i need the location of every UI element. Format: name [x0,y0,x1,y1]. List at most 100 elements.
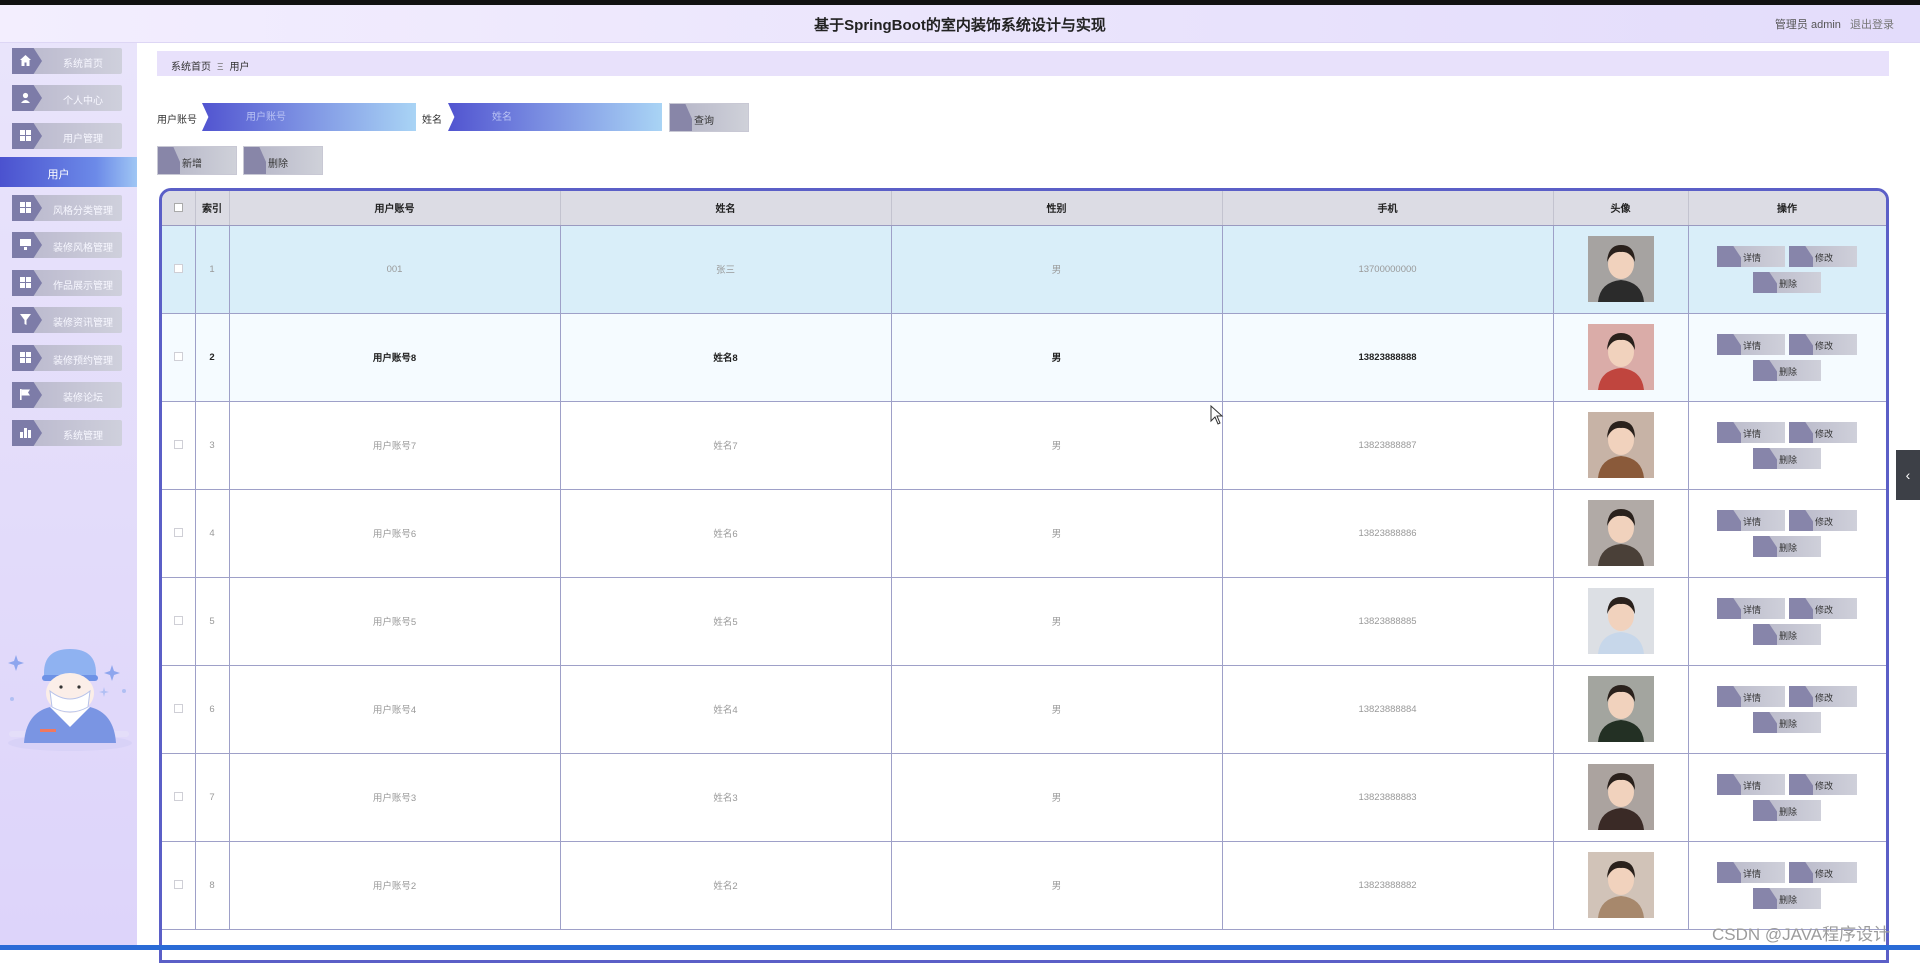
sidebar-item-news[interactable]: 装修资讯管理 [12,307,122,333]
row-checkbox[interactable] [173,528,183,538]
cell-account: 用户账号8 [229,313,561,402]
user-avatar-image[interactable] [1587,676,1654,742]
detail-button-label: 详情 [1743,429,1762,439]
cell-phone: 13823888885 [1222,577,1554,666]
row-select-cell [162,577,196,666]
table-row[interactable]: 7 用户账号3 姓名3 男 13823888883 详情 修改 删除 [162,753,1886,842]
user-avatar-image[interactable] [1587,852,1654,918]
table-row[interactable]: 5 用户账号5 姓名5 男 13823888885 详情 修改 删除 [162,577,1886,666]
row-delete-button[interactable]: 删除 [1753,888,1821,909]
name-search-input[interactable] [448,103,662,131]
table-row[interactable]: 4 用户账号6 姓名6 男 13823888886 详情 修改 删除 [162,489,1886,578]
detail-button[interactable]: 详情 [1717,774,1785,795]
table-row[interactable]: 2 用户账号8 姓名8 男 13823888888 详情 修改 删除 [162,313,1886,402]
logout-link[interactable]: 退出登录 [1850,19,1894,31]
row-select-cell [162,665,196,754]
edit-button[interactable]: 修改 [1789,774,1857,795]
row-delete-button-label: 删除 [1779,807,1798,817]
edit-button-label: 修改 [1815,869,1834,879]
sidebar-item-users[interactable]: 用户管理 [12,123,122,149]
row-checkbox[interactable] [173,880,183,890]
cell-index: 5 [195,577,230,666]
cell-name: 姓名7 [560,401,892,490]
cell-avatar [1553,841,1689,930]
collapse-panel-button[interactable]: ‹ [1896,450,1920,500]
sidebar-item-decoration-style[interactable]: 装修风格管理 [12,232,122,258]
cell-gender: 男 [891,665,1223,754]
user-avatar-image[interactable] [1587,412,1654,478]
row-checkbox[interactable] [173,352,183,362]
user-avatar-image[interactable] [1587,764,1654,830]
row-checkbox[interactable] [173,264,183,274]
filter-icon [12,307,42,333]
button-tab-icon [1753,624,1777,645]
button-tab-icon [1789,334,1813,355]
cell-phone: 13823888886 [1222,489,1554,578]
row-delete-button[interactable]: 删除 [1753,712,1821,733]
row-delete-button[interactable]: 删除 [1753,536,1821,557]
table-row[interactable]: 3 用户账号7 姓名7 男 13823888887 详情 修改 删除 [162,401,1886,490]
edit-button[interactable]: 修改 [1789,686,1857,707]
row-checkbox[interactable] [173,440,183,450]
detail-button[interactable]: 详情 [1717,422,1785,443]
query-button[interactable]: 查询 [669,103,749,132]
user-avatar-image[interactable] [1587,324,1654,390]
cell-phone: 13823888884 [1222,665,1554,754]
cell-ops: 详情 修改删除 [1688,577,1886,666]
batch-delete-button[interactable]: 删除 [243,146,323,175]
breadcrumb-home[interactable]: 系统首页 [171,62,211,73]
row-checkbox[interactable] [173,792,183,802]
sidebar-item-home[interactable]: 系统首页 [12,48,122,74]
edit-button[interactable]: 修改 [1789,510,1857,531]
person-icon [12,85,42,111]
row-checkbox[interactable] [173,616,183,626]
row-delete-button[interactable]: 删除 [1753,800,1821,821]
sidebar-item-forum[interactable]: 装修论坛 [12,382,122,408]
detail-button[interactable]: 详情 [1717,334,1785,355]
account-input-wrap [202,103,416,131]
row-select-cell [162,401,196,490]
detail-button[interactable]: 详情 [1717,510,1785,531]
row-checkbox[interactable] [173,704,183,714]
row-delete-button[interactable]: 删除 [1753,360,1821,381]
add-button[interactable]: 新增 [157,146,237,175]
table-body: 1 001 张三男 13700000000 详情 修改 删除 2 用户账号8 姓名8 男 138238… [162,225,1886,930]
sidebar-item-profile[interactable]: 个人中心 [12,85,122,111]
sidebar-item-style-category[interactable]: 风格分类管理 [12,195,122,221]
select-all-checkbox[interactable] [173,203,183,213]
detail-button[interactable]: 详情 [1717,246,1785,267]
button-tab-icon [1717,686,1741,707]
sidebar-item-works[interactable]: 作品展示管理 [12,270,122,296]
edit-button[interactable]: 修改 [1789,246,1857,267]
cell-avatar [1553,401,1689,490]
button-tab-icon [1789,686,1813,707]
detail-button[interactable]: 详情 [1717,862,1785,883]
user-avatar-image[interactable] [1587,236,1654,302]
row-delete-button[interactable]: 删除 [1753,272,1821,293]
sidebar-item-appointments[interactable]: 装修预约管理 [12,345,122,371]
edit-button[interactable]: 修改 [1789,334,1857,355]
edit-button[interactable]: 修改 [1789,422,1857,443]
user-avatar-image[interactable] [1587,588,1654,654]
row-delete-button[interactable]: 删除 [1753,448,1821,469]
edit-button[interactable]: 修改 [1789,862,1857,883]
detail-button[interactable]: 详情 [1717,686,1785,707]
table-row[interactable]: 1 001 张三男 13700000000 详情 修改 删除 [162,225,1886,314]
account-label: 用户账号 [157,115,197,126]
detail-button[interactable]: 详情 [1717,598,1785,619]
main-content: 系统首页 Ξ 用户 用户账号 姓名 查询 新增 删除 [157,43,1895,963]
account-search-input[interactable] [202,103,416,131]
row-delete-button-label: 删除 [1779,719,1798,729]
edit-button[interactable]: 修改 [1789,598,1857,619]
row-delete-button[interactable]: 删除 [1753,624,1821,645]
cell-ops: 详情 修改删除 [1688,841,1886,930]
sidebar-item-label: 装修预约管理 [53,356,113,367]
user-avatar-image[interactable] [1587,500,1654,566]
cell-gender: 男 [891,577,1223,666]
table-row[interactable]: 8 用户账号2 姓名2 男 13823888882 详情 修改 删除 [162,841,1886,930]
table-row[interactable]: 6 用户账号4 姓名4 男 13823888884 详情 修改 删除 [162,665,1886,754]
sidebar-item-system[interactable]: 系统管理 [12,420,122,446]
cell-index: 8 [195,841,230,930]
sidebar-subitem-user[interactable]: 用户 [0,157,137,187]
cell-name: 姓名3 [560,753,892,842]
